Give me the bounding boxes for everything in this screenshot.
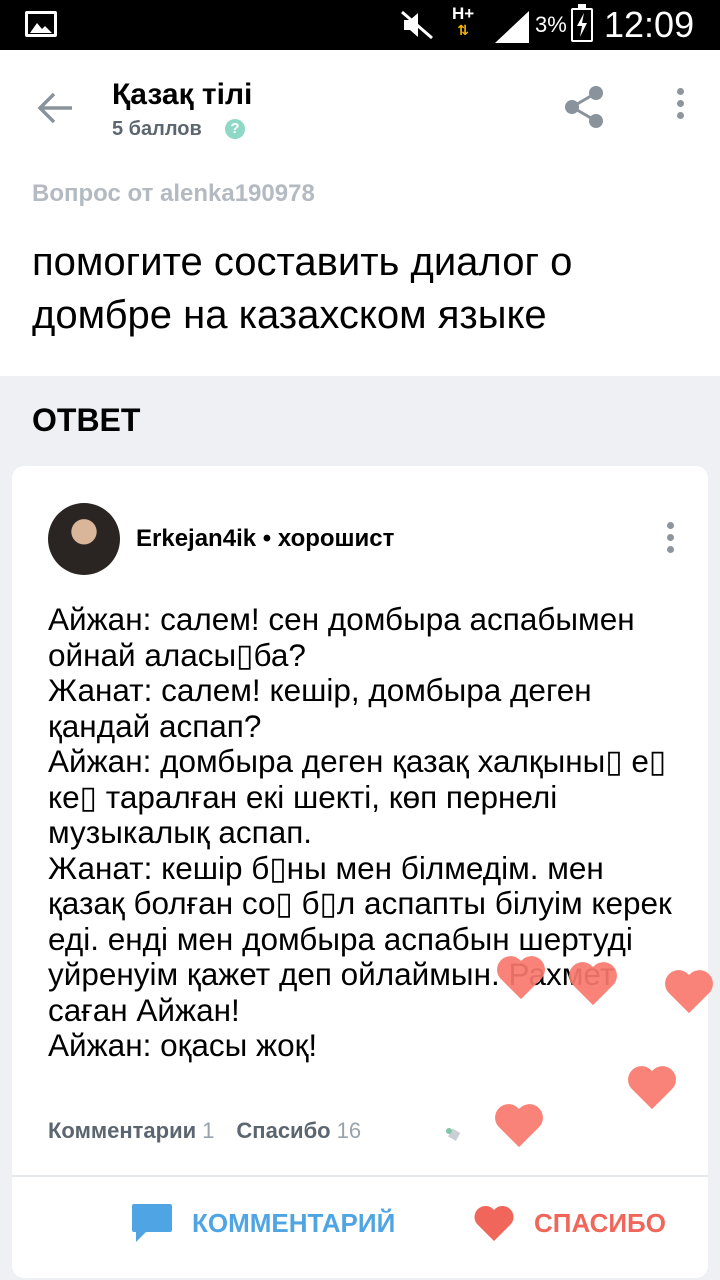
thanks-count: 16 [336, 1118, 362, 1143]
floating-heart-icon [569, 962, 617, 1006]
help-icon[interactable]: ? [225, 119, 245, 139]
back-arrow-icon[interactable] [36, 88, 76, 128]
gallery-notification-icon [25, 11, 57, 37]
answer-author[interactable]: Erkejan4ik • хорошист [136, 525, 394, 553]
battery-percent: 3% [535, 12, 567, 37]
share-icon[interactable] [563, 85, 605, 129]
comments-link[interactable]: Комментарии [48, 1118, 196, 1143]
clock: 12:09 [604, 4, 695, 45]
network-type: H+ ⇅ [452, 4, 475, 38]
floating-heart-icon [628, 1066, 676, 1110]
divider [12, 1175, 708, 1177]
question-author: Вопрос от alenka190978 [32, 180, 315, 207]
thanks-link[interactable]: Спасибо [236, 1118, 330, 1143]
comment-icon [132, 1204, 172, 1242]
mute-icon [401, 10, 433, 40]
sparkle-icon [446, 1128, 461, 1141]
signal-icon [495, 11, 529, 43]
avatar[interactable] [48, 503, 120, 575]
answer-more-icon[interactable] [660, 522, 680, 562]
thanks-button-label: СПАСИБО [534, 1207, 666, 1238]
answer-stats: Комментарии 1 Спасибо 16 [48, 1118, 361, 1144]
question-header: Қазақ тілі 5 баллов ? Вопрос от alenka19… [0, 50, 720, 376]
floating-heart-icon [665, 970, 713, 1014]
floating-heart-icon [495, 1104, 543, 1148]
more-vert-icon[interactable] [670, 88, 690, 128]
subject-title: Қазақ тілі [112, 78, 253, 111]
comments-count: 1 [202, 1118, 215, 1143]
comment-button[interactable]: КОММЕНТАРИЙ [130, 1201, 395, 1245]
floating-heart-icon [497, 956, 545, 1000]
question-text: помогите составить диалог о домбре на ка… [32, 240, 573, 337]
thanks-button[interactable]: СПАСИБО [472, 1201, 666, 1245]
answer-card: Erkejan4ik • хорошист Айжан: салем! сен … [12, 466, 708, 1278]
comment-button-label: КОММЕНТАРИЙ [192, 1207, 396, 1238]
points-label: 5 баллов [112, 118, 202, 140]
heart-icon [474, 1205, 514, 1241]
answer-section-title: ОТВЕТ [32, 402, 141, 438]
battery-icon [571, 4, 593, 42]
status-bar: H+ ⇅ 3% 12:09 [0, 0, 720, 50]
